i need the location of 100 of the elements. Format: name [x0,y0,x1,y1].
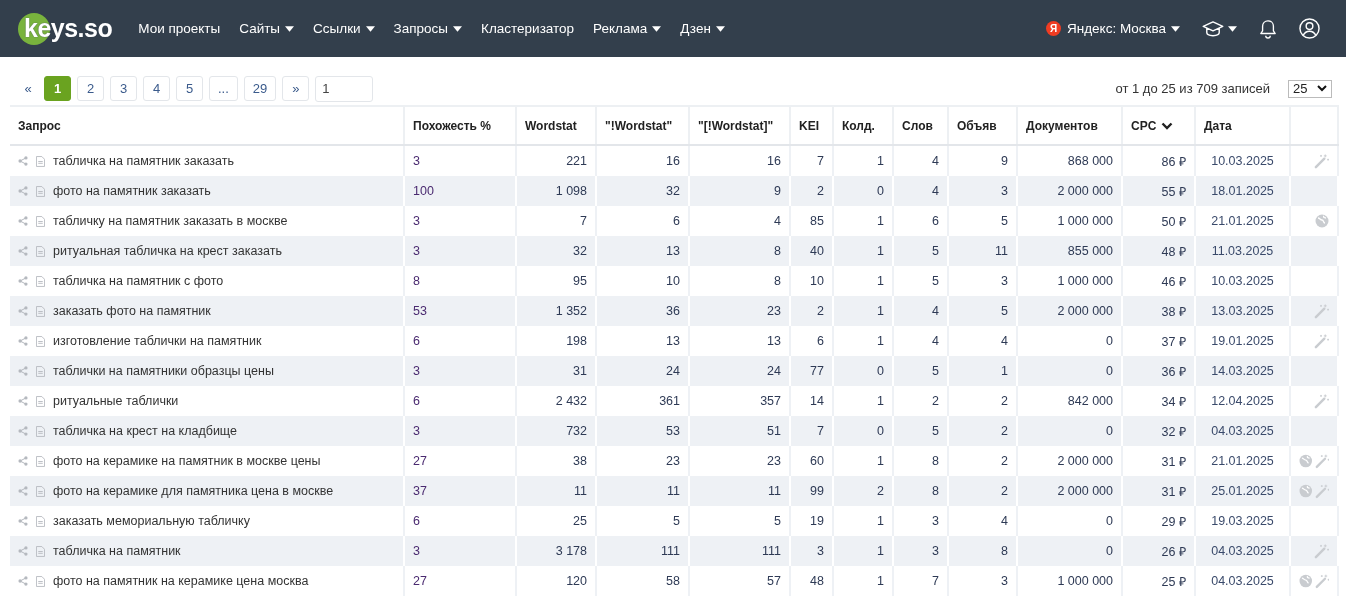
share-icon[interactable] [18,426,28,436]
column-header[interactable]: Wordstat [516,106,596,145]
share-icon[interactable] [18,396,28,406]
query-cell[interactable]: табличка на памятник с фото [53,274,224,288]
query-cell[interactable]: ритуальные таблички [53,394,179,408]
document-icon[interactable] [36,425,45,437]
document-icon[interactable] [36,155,45,167]
share-icon[interactable] [18,366,28,376]
pagination-link[interactable]: 3 [110,76,137,101]
magic-wand-icon[interactable] [1314,393,1329,409]
share-icon[interactable] [18,246,28,256]
document-icon[interactable] [36,515,45,527]
document-icon[interactable] [36,185,45,197]
magic-wand-icon[interactable] [1314,333,1329,349]
share-icon[interactable] [18,186,28,196]
query-cell[interactable]: фото на памятник на керамике цена москва [53,574,309,588]
query-cell[interactable]: фото на памятник заказать [53,184,211,198]
document-icon[interactable] [36,365,45,377]
document-icon[interactable] [36,215,45,227]
pagination-link[interactable]: ... [209,76,238,101]
pagination-link[interactable]: « [18,76,38,101]
nav-menu-item[interactable]: Ссылки [313,21,375,36]
document-icon[interactable] [36,395,45,407]
pagination-link[interactable]: 5 [176,76,203,101]
table-cell: 9 [689,176,790,206]
table-cell: 53 [404,296,516,326]
document-icon[interactable] [36,245,45,257]
document-icon[interactable] [36,275,45,287]
query-cell[interactable]: заказать мемориальную табличку [53,514,250,528]
table-cell: 31 ₽ [1122,476,1195,506]
share-icon[interactable] [18,276,28,286]
query-cell[interactable]: табличка на памятник заказать [53,154,234,168]
query-cell[interactable]: фото на керамике на памятник в москве цены [53,454,321,468]
table-cell: 23 [689,296,790,326]
education-menu[interactable] [1202,20,1237,37]
column-header[interactable]: Дата [1195,106,1290,145]
column-header[interactable]: Объяв [948,106,1017,145]
user-profile-icon[interactable] [1299,18,1320,39]
column-header[interactable]: Похожесть % [404,106,516,145]
column-header[interactable]: Колд. [833,106,893,145]
magic-wand-icon[interactable] [1314,153,1329,169]
nav-menu-item[interactable]: Дзен [680,21,725,36]
table-cell: 14.03.2025 [1195,356,1290,386]
table-cell: 2 000 000 [1017,476,1122,506]
table-cell: 13.03.2025 [1195,296,1290,326]
share-icon[interactable] [18,546,28,556]
share-icon[interactable] [18,456,28,466]
document-icon[interactable] [36,485,45,497]
share-icon[interactable] [18,156,28,166]
magic-wand-icon[interactable] [1314,453,1329,469]
nav-menu-item[interactable]: Кластеризатор [481,21,575,36]
column-header[interactable]: CPC [1122,106,1195,145]
document-icon[interactable] [36,305,45,317]
column-header[interactable]: "[!Wordstat]" [689,106,790,145]
query-cell[interactable]: изготовление таблички на памятник [53,334,262,348]
column-header[interactable]: Слов [893,106,948,145]
magic-wand-icon[interactable] [1314,543,1329,559]
table-cell: 3 [404,536,516,566]
table-cell: 5 [893,356,948,386]
per-page-select[interactable]: 25 [1288,79,1332,98]
nav-menu-item[interactable]: Мои проекты [138,21,221,36]
page-number-input[interactable]: 1 [315,75,374,102]
globe-icon[interactable] [1299,484,1313,498]
share-icon[interactable] [18,516,28,526]
document-icon[interactable] [36,545,45,557]
query-cell[interactable]: табличку на памятник заказать в москве [53,214,288,228]
table-cell: 732 [516,416,596,446]
pagination-link[interactable]: » [282,76,310,101]
share-icon[interactable] [18,216,28,226]
nav-menu-item[interactable]: Запросы [393,21,463,36]
magic-wand-icon[interactable] [1314,483,1329,499]
query-cell[interactable]: заказать фото на памятник [53,304,211,318]
share-icon[interactable] [18,576,28,586]
column-header[interactable]: "!Wordstat" [596,106,689,145]
table-cell: 1 [833,296,893,326]
magic-wand-icon[interactable] [1314,303,1329,319]
share-icon[interactable] [18,306,28,316]
column-header[interactable]: Запрос [10,106,404,145]
pagination-link[interactable]: 29 [243,76,277,101]
pagination-link[interactable]: 4 [143,76,170,101]
document-icon[interactable] [36,335,45,347]
globe-icon[interactable] [1299,454,1313,468]
share-icon[interactable] [18,486,28,496]
pagination-link[interactable]: 2 [77,76,104,101]
nav-menu-item[interactable]: Сайты [239,21,295,36]
column-header[interactable]: KEI [790,106,833,145]
notifications-bell-icon[interactable] [1259,18,1277,39]
magic-wand-icon[interactable] [1314,573,1329,589]
globe-icon[interactable] [1299,574,1313,588]
document-icon[interactable] [36,455,45,467]
column-header[interactable]: Документов [1017,106,1122,145]
table-cell: 855 000 [1017,236,1122,266]
region-selector[interactable]: Я Яндекс: Москва [1046,21,1180,36]
table-cell: 5 [893,416,948,446]
document-icon[interactable] [36,575,45,587]
yandex-badge: Я [1046,21,1061,36]
globe-icon[interactable] [1315,214,1329,228]
query-cell[interactable]: табличка на памятник [53,544,181,558]
share-icon[interactable] [18,336,28,346]
nav-menu-item[interactable]: Реклама [593,21,662,36]
